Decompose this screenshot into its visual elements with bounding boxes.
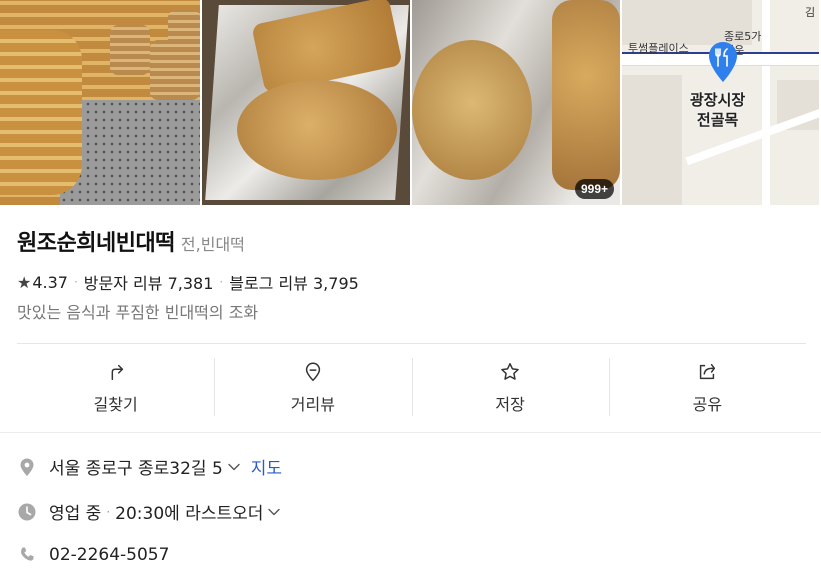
place-title: 원조순희네빈대떡 <box>17 231 175 256</box>
section-divider <box>0 432 821 433</box>
star-outline-icon <box>501 363 519 380</box>
place-description: 맛있는 음식과 푸짐한 빈대떡의 조화 <box>17 303 259 322</box>
phone-number: 02-2264-5057 <box>49 545 170 565</box>
visitor-reviews-count: 7,381 <box>167 274 214 293</box>
map-place-name: 광장시장 전골목 <box>690 90 745 130</box>
map-place-name-line1: 광장시장 <box>690 91 746 109</box>
review-stats: ★ 4.37 · 방문자 리뷰 7,381 · 블로그 리뷰 3,795 <box>17 270 359 294</box>
directions-icon <box>111 364 123 381</box>
directions-button[interactable]: 길찾기 <box>17 344 214 432</box>
photo-2-pancake-b <box>237 80 397 180</box>
photo-count-badge[interactable]: 999+ <box>574 179 614 199</box>
photo-1-pancake-stack <box>0 30 82 195</box>
map-road <box>762 0 770 205</box>
photo-3[interactable]: 999+ <box>412 0 620 205</box>
separator-dot: · <box>219 275 224 289</box>
chevron-down-icon[interactable] <box>227 460 241 474</box>
share-icon <box>700 363 716 380</box>
map-label-edge: 김 <box>805 6 816 19</box>
photo-1[interactable] <box>0 0 200 205</box>
hours-row[interactable]: 영업 중 · 20:30에 라스트오더 <box>17 499 281 524</box>
blog-reviews-count: 3,795 <box>313 274 359 293</box>
save-label: 저장 <box>495 395 525 414</box>
map-label-cafe: 투썸플레이스 <box>628 42 689 55</box>
restaurant-pin-icon <box>709 42 737 82</box>
photo-gallery: 999+ 투썸플레이스 종로5가 세운 김 광장시장 전골목 <box>0 0 821 205</box>
place-header: 원조순희네빈대떡 전,빈대떡 <box>17 225 245 257</box>
rating-value: 4.37 <box>32 272 68 292</box>
separator-dot: · <box>73 275 78 289</box>
share-label: 공유 <box>692 395 723 414</box>
action-bar: 길찾기 거리뷰 저장 공유 <box>17 344 806 432</box>
street-view-button[interactable]: 거리뷰 <box>214 344 411 432</box>
phone-row[interactable]: 02-2264-5057 <box>17 545 169 565</box>
place-category: 전,빈대떡 <box>180 235 245 254</box>
street-view-label: 거리뷰 <box>290 395 335 414</box>
open-status: 영업 중 <box>49 504 102 524</box>
share-button[interactable]: 공유 <box>608 344 806 432</box>
photo-1-stack-b <box>110 25 150 75</box>
star-icon: ★ <box>17 272 32 292</box>
clock-icon <box>18 503 36 520</box>
visitor-reviews-label: 방문자 리뷰 <box>83 274 163 293</box>
address-text: 서울 종로구 종로32길 5 <box>49 459 223 479</box>
location-icon <box>20 458 34 476</box>
save-button[interactable]: 저장 <box>411 344 609 432</box>
photo-3-pancake-b <box>552 0 620 190</box>
last-order-text: 20:30에 라스트오더 <box>115 504 264 524</box>
directions-label: 길찾기 <box>93 395 138 414</box>
blog-reviews-link[interactable]: 블로그 리뷰 3,795 <box>229 270 359 294</box>
location-pin-icon <box>305 362 321 382</box>
map-link[interactable]: 지도 <box>251 454 282 479</box>
photo-3-pancake-a <box>412 40 532 180</box>
phone-icon <box>21 547 34 561</box>
visitor-reviews-link[interactable]: 방문자 리뷰 7,381 <box>84 270 214 294</box>
map-block <box>622 75 682 205</box>
chevron-down-icon[interactable] <box>267 505 281 519</box>
map-thumbnail[interactable]: 투썸플레이스 종로5가 세운 김 광장시장 전골목 <box>622 0 819 205</box>
blog-reviews-label: 블로그 리뷰 <box>229 274 308 293</box>
address-row: 서울 종로구 종로32길 5 지도 <box>17 454 282 479</box>
photo-2[interactable] <box>202 0 410 205</box>
photo-1-stack-d <box>168 10 200 100</box>
map-place-name-line2: 전골목 <box>696 111 739 129</box>
separator-dot: · <box>106 504 111 519</box>
